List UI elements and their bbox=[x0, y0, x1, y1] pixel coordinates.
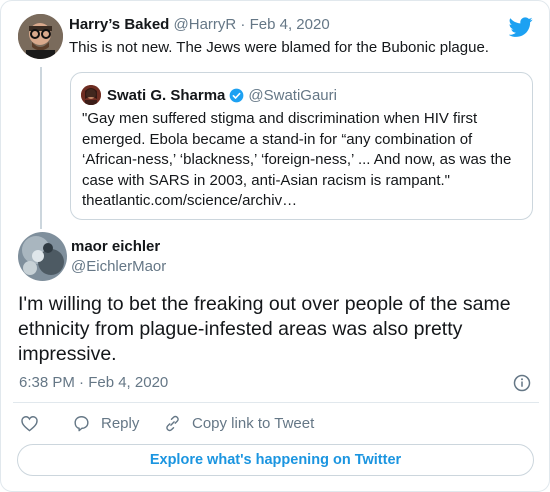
link-chain-icon bbox=[166, 415, 179, 432]
quoted-author-name: Swati G. Sharma bbox=[107, 86, 226, 104]
copy-link-button[interactable]: Copy link to Tweet bbox=[163, 414, 314, 433]
info-icon[interactable] bbox=[513, 374, 531, 392]
like-button[interactable] bbox=[20, 414, 39, 433]
copy-link-label: Copy link to Tweet bbox=[192, 415, 315, 432]
explore-twitter-button[interactable]: Explore what's happening on Twitter bbox=[17, 444, 534, 476]
parent-tweet-header: Harry’s Baked @HarryR · Feb 4, 2020 bbox=[69, 16, 330, 33]
parent-author-handle[interactable]: @HarryR bbox=[174, 16, 237, 33]
quoted-tweet-text: "Gay men suffered stigma and discriminat… bbox=[82, 110, 512, 209]
heart-icon bbox=[21, 416, 38, 432]
main-author-handle[interactable]: @EichlerMaor bbox=[71, 258, 166, 275]
separator-dot: · bbox=[240, 16, 246, 33]
quoted-tweet-card[interactable]: Swati G. Sharma @SwatiGauri "Gay men suf… bbox=[70, 72, 533, 220]
quoted-author-avatar bbox=[81, 85, 101, 105]
main-author-avatar[interactable] bbox=[18, 232, 67, 281]
reply-button[interactable]: Reply bbox=[72, 414, 139, 433]
main-tweet-text: I'm willing to bet the freaking out over… bbox=[18, 293, 511, 365]
main-author-name[interactable]: maor eichler bbox=[71, 238, 160, 255]
verified-badge-icon bbox=[230, 88, 244, 102]
reply-bubble-icon bbox=[74, 416, 89, 432]
main-tweet-timestamp[interactable]: 6:38 PM · Feb 4, 2020 bbox=[19, 374, 168, 391]
parent-tweet-text: This is not new. The Jews were blamed fo… bbox=[69, 39, 489, 56]
quoted-tweet-header: Swati G. Sharma @SwatiGauri bbox=[81, 85, 337, 105]
parent-author-avatar[interactable] bbox=[18, 14, 63, 59]
twitter-bird-icon[interactable] bbox=[509, 15, 533, 39]
parent-tweet-date[interactable]: Feb 4, 2020 bbox=[250, 16, 330, 33]
actions-divider bbox=[13, 402, 539, 403]
reply-label: Reply bbox=[101, 415, 140, 432]
parent-author-name[interactable]: Harry’s Baked bbox=[69, 16, 169, 33]
quoted-author-handle: @SwatiGauri bbox=[248, 86, 337, 104]
thread-connector-line bbox=[40, 67, 42, 229]
embedded-tweet-card: Harry’s Baked @HarryR · Feb 4, 2020 This… bbox=[0, 0, 550, 492]
